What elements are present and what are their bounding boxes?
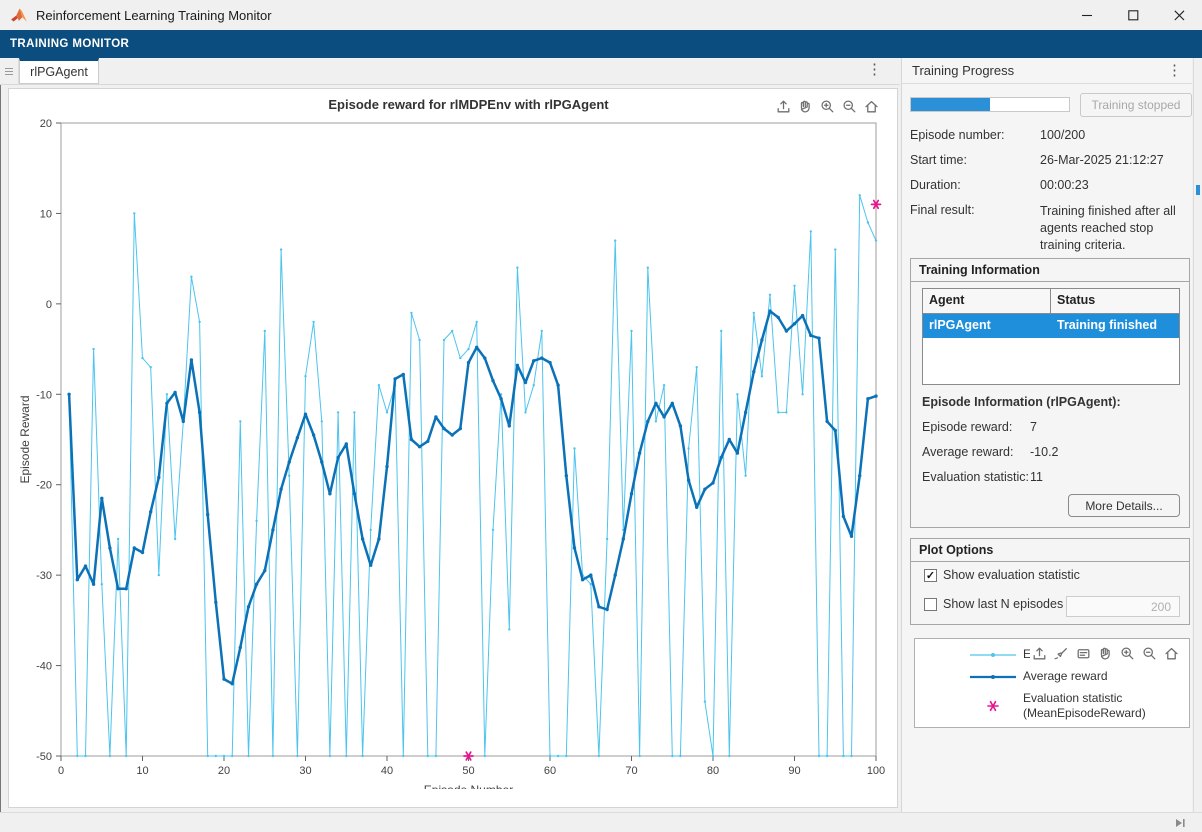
average-reward-label: Average reward: (922, 445, 1014, 459)
scroll-to-end-icon[interactable] (1172, 815, 1188, 831)
svg-text:Episode Reward: Episode Reward (18, 395, 32, 483)
pan-icon[interactable] (796, 97, 815, 116)
svg-text:10: 10 (40, 208, 52, 220)
duration-value: 00:00:23 (1040, 178, 1089, 192)
svg-text:Episode Number: Episode Number (424, 783, 513, 789)
table-header: Agent Status (923, 289, 1179, 314)
start-time-label: Start time: (910, 153, 967, 167)
more-details-button[interactable]: More Details... (1068, 494, 1180, 517)
vertical-scrollbar[interactable] (1193, 58, 1202, 812)
tab-grip-handle[interactable] (0, 58, 19, 84)
status-cell: Training finished (1051, 314, 1179, 338)
svg-text:70: 70 (625, 765, 637, 777)
tab-rlpgagent[interactable]: rlPGAgent (19, 58, 99, 84)
show-evaluation-statistic-label: Show evaluation statistic (943, 568, 1080, 582)
show-last-n-episodes-checkbox[interactable] (924, 598, 937, 611)
chart-title: Episode reward for rlMDPEnv with rlPGAge… (61, 97, 876, 112)
panel-title: Training Progress (912, 63, 1014, 78)
toolstrip: TRAINING MONITOR (0, 30, 1202, 58)
svg-text:60: 60 (544, 765, 556, 777)
training-stopped-button[interactable]: Training stopped (1080, 93, 1192, 117)
start-time-value: 26-Mar-2025 21:12:27 (1040, 153, 1164, 167)
episode-reward-label: Episode reward: (922, 420, 1012, 434)
horizontal-scrollbar[interactable] (0, 812, 1202, 832)
svg-text:80: 80 (707, 765, 719, 777)
show-evaluation-statistic-checkbox[interactable]: ✓ (924, 569, 937, 582)
average-reward-value: -10.2 (1030, 445, 1059, 459)
home-icon[interactable] (862, 97, 881, 116)
legend-card: Episode rewardAverage rewardEvaluation s… (914, 638, 1190, 728)
pan-icon[interactable] (1096, 644, 1115, 663)
agent-row[interactable]: rlPGAgentTraining finished (923, 314, 1179, 338)
brush-icon[interactable] (1052, 644, 1071, 663)
zoom-in-icon[interactable] (818, 97, 837, 116)
table-empty-area (923, 338, 1179, 384)
training-information-title: Training Information (911, 259, 1189, 282)
episode-reward-value: 7 (1030, 420, 1037, 434)
maximize-button[interactable] (1110, 0, 1156, 30)
zoom-out-icon[interactable] (840, 97, 859, 116)
n-episodes-input[interactable]: 200 (1066, 596, 1180, 617)
svg-text:30: 30 (299, 765, 311, 777)
tab-label: rlPGAgent (30, 65, 88, 79)
column-agent: Agent (923, 289, 1051, 313)
evaluation-statistic-label: Evaluation statistic: (922, 470, 1029, 484)
title-bar: Reinforcement Learning Training Monitor (0, 0, 1202, 30)
svg-text:-20: -20 (36, 480, 52, 492)
svg-text:20: 20 (218, 765, 230, 777)
svg-text:100: 100 (867, 765, 885, 777)
svg-text:20: 20 (40, 118, 52, 130)
plot-options-title: Plot Options (911, 539, 1189, 562)
evaluation-statistic-value: 11 (1030, 470, 1043, 484)
svg-text:-50: -50 (36, 751, 52, 763)
datatips-icon[interactable] (1074, 644, 1093, 663)
panel-options-kebab-icon[interactable]: ⋮ (1167, 63, 1182, 78)
zoom-out-icon[interactable] (1140, 644, 1159, 663)
duration-label: Duration: (910, 178, 961, 192)
svg-text:-30: -30 (36, 570, 52, 582)
final-result-value: Training finished after all agents reach… (1040, 203, 1192, 254)
rl-training-monitor-window: { "window": { "title": "Reinforcement Le… (0, 0, 1202, 832)
legend-axes-toolbar (1030, 644, 1181, 663)
legend-item: Average reward (970, 669, 1108, 684)
training-progress-bar (910, 97, 1070, 112)
svg-text:-10: -10 (36, 389, 52, 401)
training-progress-header: Training Progress ⋮ (901, 58, 1192, 84)
svg-text:50: 50 (462, 765, 474, 777)
svg-text:0: 0 (46, 299, 52, 311)
show-evaluation-statistic-row: ✓ Show evaluation statistic (924, 568, 1080, 582)
svg-text:40: 40 (381, 765, 393, 777)
svg-text:-40: -40 (36, 661, 52, 673)
episode-number-label: Episode number: (910, 128, 1005, 142)
svg-text:10: 10 (136, 765, 148, 777)
episode-number-value: 100/200 (1040, 128, 1085, 142)
export-icon[interactable] (774, 97, 793, 116)
minimize-button[interactable] (1064, 0, 1110, 30)
axes-toolbar (774, 97, 881, 116)
document-tab-bar: rlPGAgent ⋮ (0, 58, 900, 85)
window-controls (1064, 0, 1202, 30)
show-last-n-episodes-label: Show last N episodes (943, 597, 1063, 611)
export-icon[interactable] (1030, 644, 1049, 663)
scrollbar-thumb[interactable] (1196, 185, 1200, 195)
zoom-in-icon[interactable] (1118, 644, 1137, 663)
window-title: Reinforcement Learning Training Monitor (36, 8, 272, 23)
tab-options-kebab-icon[interactable]: ⋮ (867, 62, 882, 77)
legend-item: Evaluation statistic(MeanEpisodeReward) (970, 691, 1146, 721)
show-last-n-episodes-row: Show last N episodes (924, 597, 1063, 611)
reward-chart[interactable]: 010203040506070809010020100-10-20-30-40-… (9, 89, 897, 789)
agent-cell: rlPGAgent (923, 314, 1051, 338)
toolstrip-tab-training-monitor[interactable]: TRAINING MONITOR (10, 38, 129, 50)
agent-status-table: Agent Status rlPGAgentTraining finished (922, 288, 1180, 385)
final-result-label: Final result: (910, 203, 975, 217)
figure-panel: 010203040506070809010020100-10-20-30-40-… (8, 88, 898, 808)
svg-text:90: 90 (788, 765, 800, 777)
close-button[interactable] (1156, 0, 1202, 30)
svg-text:0: 0 (58, 765, 64, 777)
home-icon[interactable] (1162, 644, 1181, 663)
episode-information-title: Episode Information (rlPGAgent): (922, 395, 1121, 409)
progress-fill (911, 98, 990, 111)
column-status: Status (1051, 289, 1179, 313)
matlab-logo-icon (10, 6, 28, 24)
